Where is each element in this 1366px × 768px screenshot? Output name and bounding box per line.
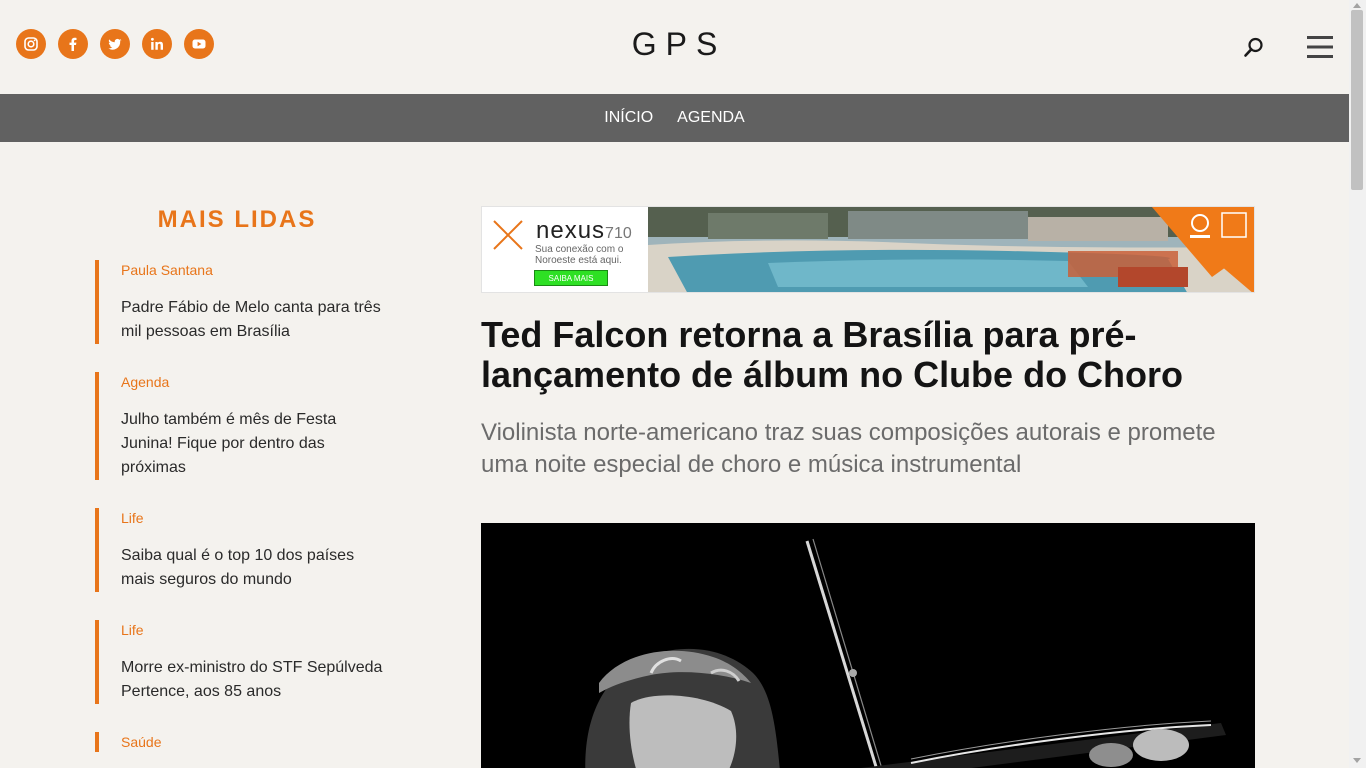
most-read-title[interactable]: Julho também é mês de Festa Junina! Fiqu…	[121, 408, 389, 480]
article-subheadline: Violinista norte-americano traz suas com…	[481, 419, 1216, 478]
ad-brand-word: nexus	[536, 217, 606, 244]
most-read-category[interactable]: Life	[121, 620, 395, 640]
most-read-category[interactable]: Saúde	[121, 732, 395, 752]
most-read-category[interactable]: Life	[121, 508, 395, 528]
site-header: GPS	[0, 0, 1349, 94]
most-read-item[interactable]: Paula Santana Padre Fábio de Melo canta …	[95, 260, 395, 344]
article-photo[interactable]	[481, 523, 1255, 768]
hamburger-menu-icon[interactable]	[1306, 34, 1334, 60]
ad-x-logo-icon	[493, 220, 523, 250]
ad-brand-name: nexus710	[536, 217, 632, 245]
nav-link-inicio[interactable]: INÍCIO	[604, 109, 653, 127]
scrollbar-thumb[interactable]	[1351, 10, 1363, 190]
scroll-up-arrow-icon[interactable]	[1353, 3, 1361, 8]
site-logo[interactable]: GPS	[0, 26, 1349, 63]
most-read-sidebar: MAIS LIDAS Paula Santana Padre Fábio de …	[95, 206, 395, 768]
most-read-item[interactable]: Life Saiba qual é o top 10 dos países ma…	[95, 508, 395, 592]
scroll-down-arrow-icon[interactable]	[1353, 758, 1361, 763]
most-read-item[interactable]: Life Morre ex-ministro do STF Sepúlveda …	[95, 620, 395, 704]
most-read-item[interactable]: Agenda Julho também é mês de Festa Junin…	[95, 372, 395, 480]
ad-brasal-corner	[1152, 207, 1254, 292]
most-read-title[interactable]: Saiba qual é o top 10 dos países mais se…	[121, 544, 389, 592]
most-read-category[interactable]: Agenda	[121, 372, 395, 392]
ad-brand-number: 710	[605, 225, 632, 242]
most-read-category[interactable]: Paula Santana	[121, 260, 395, 280]
nav-link-agenda[interactable]: AGENDA	[677, 109, 745, 127]
ad-brand-panel: nexus710 Sua conexão com o Noroeste está…	[482, 207, 650, 292]
most-read-title[interactable]: Morre ex-ministro do STF Sepúlveda Perte…	[121, 656, 389, 704]
sidebar-title: MAIS LIDAS	[157, 206, 317, 233]
search-icon[interactable]	[1242, 35, 1266, 59]
most-read-title[interactable]: Padre Fábio de Melo canta para três mil …	[121, 296, 389, 344]
article-headline: Ted Falcon retorna a Brasília para pré-l…	[481, 314, 1184, 395]
violinist-photo-image	[481, 523, 1255, 768]
ad-cta-button[interactable]: SAIBA MAIS	[534, 270, 608, 286]
advertisement-banner[interactable]: nexus710 Sua conexão com o Noroeste está…	[481, 206, 1255, 293]
article-main: nexus710 Sua conexão com o Noroeste está…	[481, 206, 1255, 768]
ad-tagline: Sua conexão com o Noroeste está aqui.	[535, 244, 624, 266]
main-navigation: INÍCIO AGENDA	[0, 94, 1349, 142]
most-read-item[interactable]: Saúde	[95, 732, 395, 752]
